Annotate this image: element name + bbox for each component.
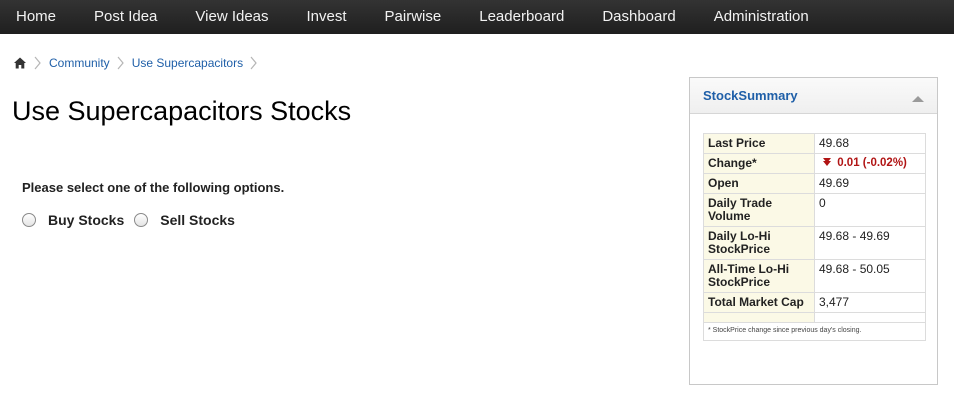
collapse-up-icon[interactable] <box>911 91 925 102</box>
chevron-right-icon <box>247 55 261 71</box>
stock-summary-title[interactable]: StockSummary <box>703 88 798 103</box>
top-navigation-bar: Home Post Idea View Ideas Invest Pairwis… <box>0 0 954 34</box>
last-price-label: Last Price <box>703 133 815 154</box>
stock-summary-header: StockSummary <box>690 78 937 114</box>
nav-post-idea[interactable]: Post Idea <box>75 0 176 34</box>
nav-dashboard[interactable]: Dashboard <box>583 0 694 34</box>
options-prompt: Please select one of the following optio… <box>22 180 285 195</box>
table-row: * StockPrice change since previous day's… <box>703 322 926 341</box>
nav-home[interactable]: Home <box>0 0 75 34</box>
chevron-right-icon <box>114 55 128 71</box>
breadcrumb: Community Use Supercapacitors <box>13 55 265 71</box>
all-time-lo-hi-label: All-Time Lo-Hi StockPrice <box>703 259 815 293</box>
empty-label-cell <box>703 312 815 323</box>
daily-trade-volume-label: Daily Trade Volume <box>703 193 815 227</box>
open-label: Open <box>703 173 815 194</box>
sell-stocks-option[interactable]: Sell Stocks <box>134 212 235 228</box>
breadcrumb-use-supercapacitors[interactable]: Use Supercapacitors <box>132 56 243 70</box>
table-row: Last Price 49.68 <box>703 133 926 154</box>
nav-leaderboard[interactable]: Leaderboard <box>460 0 583 34</box>
open-value: 49.69 <box>814 173 926 194</box>
breadcrumb-community[interactable]: Community <box>49 56 110 70</box>
table-row: Total Market Cap 3,477 <box>703 292 926 313</box>
nav-invest[interactable]: Invest <box>288 0 366 34</box>
stock-action-options: Please select one of the following optio… <box>22 180 284 228</box>
down-arrow-icon <box>822 157 832 167</box>
chevron-right-icon <box>31 55 45 71</box>
radio-group: Buy Stocks Sell Stocks <box>22 212 284 228</box>
change-value: 0.01 (-0.02%) <box>837 157 907 169</box>
home-icon[interactable] <box>13 56 27 70</box>
page-title: Use Supercapacitors Stocks <box>12 96 352 126</box>
stock-summary-footnote: * StockPrice change since previous day's… <box>703 322 926 341</box>
table-row: Daily Trade Volume 0 <box>703 193 926 227</box>
sell-stocks-radio[interactable] <box>134 213 149 227</box>
table-row: Daily Lo-Hi StockPrice 49.68 - 49.69 <box>703 226 926 260</box>
stock-summary-panel: StockSummary Last Price 49.68 Change* 0.… <box>689 77 938 385</box>
nav-administration[interactable]: Administration <box>695 0 828 34</box>
daily-lo-hi-value: 49.68 - 49.69 <box>814 226 926 260</box>
table-row: Open 49.69 <box>703 173 926 194</box>
daily-trade-volume-value: 0 <box>814 193 926 227</box>
total-market-cap-label: Total Market Cap <box>703 292 815 313</box>
buy-stocks-radio[interactable] <box>22 213 36 227</box>
stock-summary-table: Last Price 49.68 Change* 0.01 (-0.02%) O… <box>703 133 926 341</box>
change-cell: 0.01 (-0.02%) <box>814 153 926 174</box>
total-market-cap-value: 3,477 <box>814 292 926 313</box>
change-label: Change* <box>703 153 815 174</box>
table-row: All-Time Lo-Hi StockPrice 49.68 - 50.05 <box>703 259 926 293</box>
table-row <box>703 312 926 323</box>
sell-stocks-label[interactable]: Sell Stocks <box>160 212 235 228</box>
nav-pairwise[interactable]: Pairwise <box>366 0 461 34</box>
last-price-value: 49.68 <box>814 133 926 154</box>
table-row: Change* 0.01 (-0.02%) <box>703 153 926 174</box>
buy-stocks-label[interactable]: Buy Stocks <box>48 212 124 228</box>
empty-value-cell <box>814 312 926 323</box>
daily-lo-hi-label: Daily Lo-Hi StockPrice <box>703 226 815 260</box>
nav-view-ideas[interactable]: View Ideas <box>176 0 287 34</box>
buy-stocks-option[interactable]: Buy Stocks <box>22 212 124 228</box>
all-time-lo-hi-value: 49.68 - 50.05 <box>814 259 926 293</box>
